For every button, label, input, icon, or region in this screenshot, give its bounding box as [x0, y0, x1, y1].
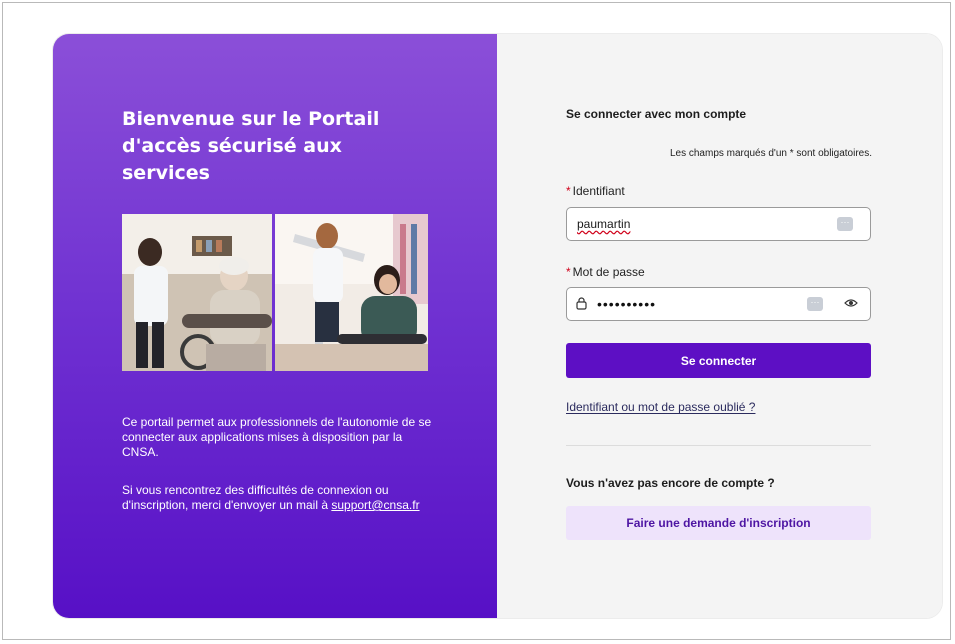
password-manager-icon[interactable]: ···	[807, 297, 823, 311]
support-message: Si vous rencontrez des difficultés de co…	[122, 483, 442, 513]
browser-frame: Bienvenue sur le Portail d'accès sécuris…	[2, 2, 951, 640]
lock-icon	[576, 297, 587, 310]
username-value: paumartin	[577, 217, 631, 231]
support-email-link[interactable]: support@cnsa.fr	[331, 498, 419, 512]
password-label-text: Mot de passe	[572, 265, 645, 279]
password-value: ••••••••••	[597, 296, 657, 312]
username-input[interactable]: paumartin ···	[566, 207, 871, 241]
no-account-title: Vous n'avez pas encore de compte ?	[566, 476, 775, 490]
required-star: *	[566, 265, 571, 279]
login-card: Bienvenue sur le Portail d'accès sécuris…	[53, 34, 942, 618]
hero-photo	[122, 214, 428, 371]
divider	[566, 445, 871, 446]
register-button[interactable]: Faire une demande d'inscription	[566, 506, 871, 540]
password-manager-icon[interactable]: ···	[837, 217, 853, 231]
login-section-title: Se connecter avec mon compte	[566, 107, 747, 121]
login-button[interactable]: Se connecter	[566, 343, 871, 378]
photo-caregiver-elderly	[122, 214, 272, 371]
welcome-panel: Bienvenue sur le Portail d'accès sécuris…	[53, 34, 497, 618]
portal-description: Ce portail permet aux professionnels de …	[122, 415, 432, 459]
welcome-title: Bienvenue sur le Portail d'accès sécuris…	[122, 108, 380, 184]
photo-caregiver-lift	[275, 214, 428, 371]
login-form-panel: Se connecter avec mon compte Les champs …	[497, 34, 942, 618]
required-fields-note: Les champs marqués d'un * sont obligatoi…	[669, 148, 872, 159]
username-label: * Identifiant	[566, 184, 625, 198]
forgot-credentials-link[interactable]: Identifiant ou mot de passe oublié ?	[566, 400, 755, 414]
required-star: *	[566, 184, 571, 198]
password-input[interactable]: •••••••••• ···	[566, 287, 871, 321]
username-label-text: Identifiant	[572, 184, 625, 198]
eye-icon[interactable]	[844, 298, 858, 308]
password-label: * Mot de passe	[566, 265, 645, 279]
